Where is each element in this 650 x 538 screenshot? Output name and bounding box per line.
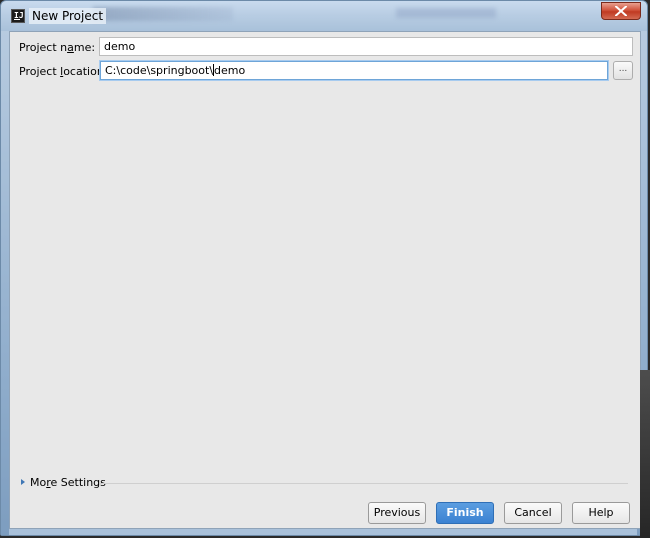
help-button[interactable]: Help <box>572 502 630 524</box>
project-name-row: Project name: demo <box>10 37 640 59</box>
dialog-content: Project name: demo Project location: C:\… <box>9 31 641 529</box>
project-name-input[interactable]: demo <box>99 37 633 56</box>
close-icon <box>615 6 627 16</box>
close-button[interactable] <box>601 2 641 20</box>
project-location-label: Project location: <box>19 65 108 78</box>
title-bar[interactable]: IJ New Project <box>1 1 647 31</box>
project-location-input[interactable]: C:\code\springboot\demo <box>100 61 608 80</box>
intellij-idea-icon: IJ <box>11 9 25 23</box>
new-project-window: IJ New Project Project name: demo Projec… <box>0 0 648 536</box>
finish-button[interactable]: Finish <box>436 502 494 524</box>
window-title: New Project <box>29 8 107 24</box>
browse-location-button[interactable]: ... <box>613 61 633 80</box>
expand-triangle-icon <box>21 479 25 485</box>
project-name-label: Project name: <box>19 41 96 54</box>
more-settings-label: More Settings <box>30 476 106 489</box>
background-window-title-blur <box>93 7 233 21</box>
previous-button[interactable]: Previous <box>368 502 426 524</box>
project-location-row: Project location: C:\code\springboot\dem… <box>10 61 640 83</box>
more-settings-separator <box>100 483 628 484</box>
cancel-button[interactable]: Cancel <box>504 502 562 524</box>
background-window-edge <box>640 370 650 538</box>
window-frame-left <box>1 31 9 535</box>
background-window-title-blur-2 <box>396 8 496 18</box>
